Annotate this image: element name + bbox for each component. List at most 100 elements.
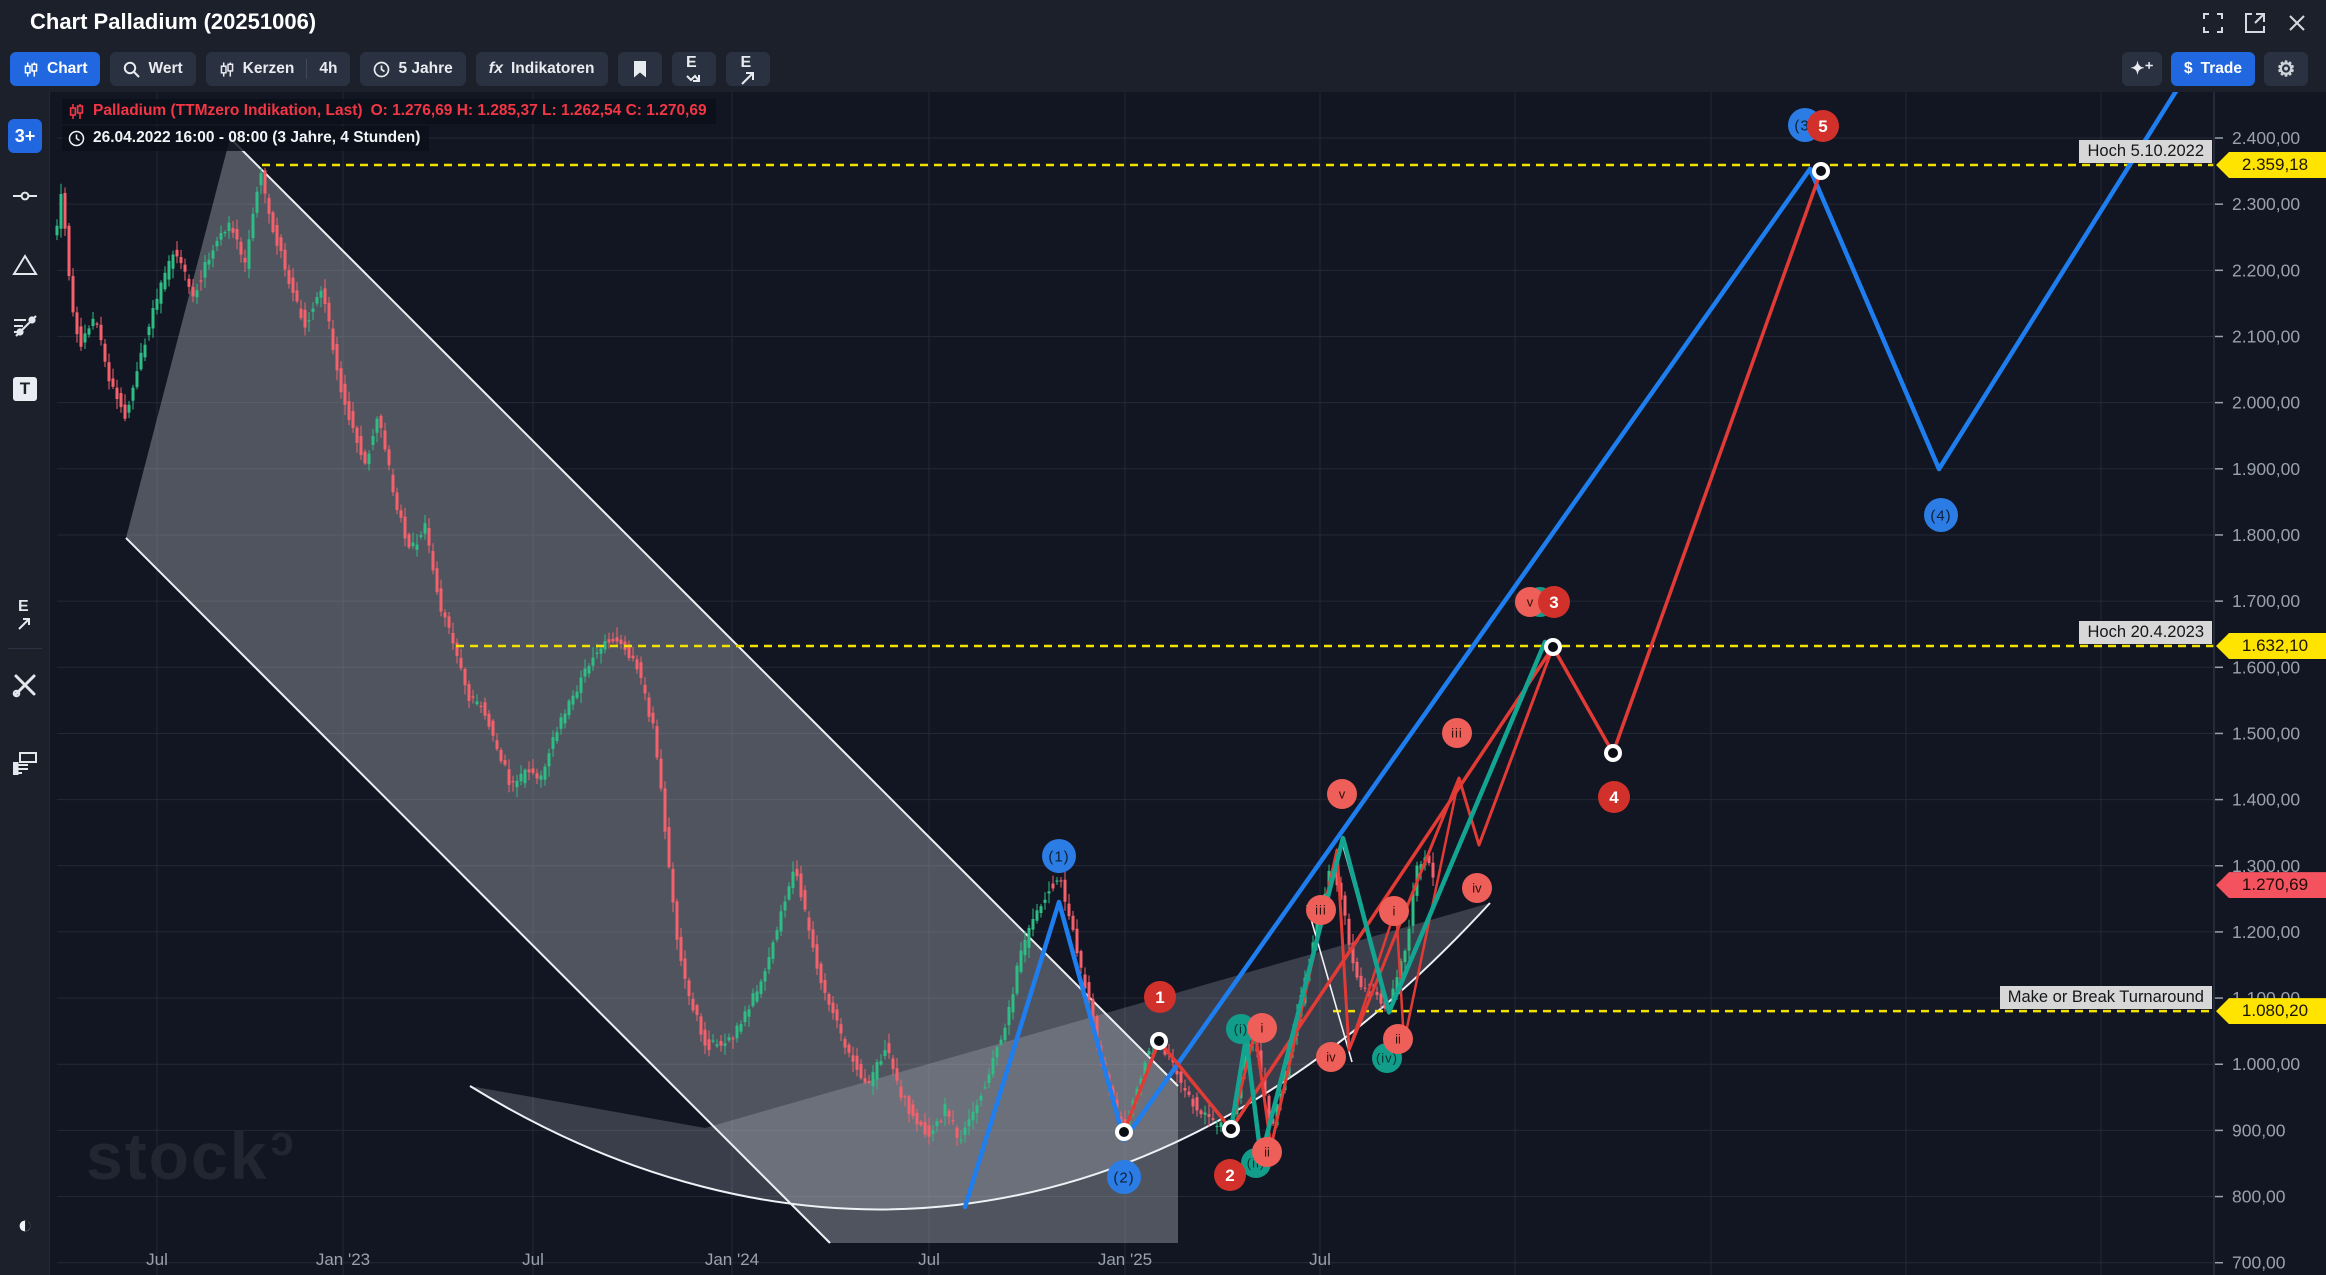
bookmark-button[interactable] — [618, 52, 662, 86]
elliott-correction-button[interactable]: E — [672, 52, 716, 86]
sidebar-item-elliott-tool[interactable]: E — [8, 597, 42, 631]
candle-body — [864, 1078, 867, 1082]
wave-label-text: (1) — [1048, 848, 1069, 865]
candle-type-interval-button[interactable]: Kerzen 4h — [206, 52, 351, 86]
wave-label-blue[interactable]: (1) — [1042, 839, 1076, 873]
range-button[interactable]: 5 Jahre — [360, 52, 465, 86]
chart-button[interactable]: Chart — [10, 52, 100, 86]
candle-body — [1044, 900, 1047, 903]
candle-body — [788, 886, 791, 899]
sidebar-item-shape-tool[interactable] — [8, 248, 42, 282]
wave-label-redmin[interactable]: i — [1247, 1013, 1277, 1043]
candle-body — [108, 362, 111, 381]
wave-label-redmin[interactable]: iv — [1462, 873, 1492, 903]
sidebar-item-text-tool[interactable]: T — [8, 372, 42, 406]
time-tick-label[interactable]: Jul — [522, 1250, 544, 1269]
candle-body — [760, 981, 763, 994]
level-label-box[interactable]: Hoch 5.10.2022 — [2079, 140, 2212, 163]
candle-body — [676, 901, 679, 940]
wave-label-redmin[interactable]: iv — [1316, 1042, 1346, 1072]
sidebar-item-stock3-plus[interactable]: 3+ — [8, 119, 42, 153]
sidebar-item-contrast[interactable]: ◐ — [8, 1208, 42, 1242]
wave-label-redmaj[interactable]: 1 — [1144, 981, 1176, 1013]
candle-body — [376, 419, 379, 433]
wave-label-redmin[interactable]: ii — [1383, 1024, 1413, 1054]
close-icon[interactable] — [2286, 12, 2308, 34]
wave-label-blue[interactable]: (4) — [1924, 498, 1958, 532]
candle-body — [372, 436, 375, 445]
fullscreen-icon[interactable] — [2202, 12, 2224, 34]
wave-label-redmaj[interactable]: 3 — [1538, 586, 1570, 618]
candle-body — [840, 1024, 843, 1033]
candle-body — [1000, 1040, 1003, 1045]
wave-label-redmin[interactable]: ii — [1252, 1137, 1282, 1167]
candle-body — [816, 944, 819, 968]
trade-button[interactable]: $ Trade — [2171, 52, 2255, 86]
interval-label[interactable]: 4h — [319, 60, 337, 78]
wave-label-redmin[interactable]: i — [1379, 896, 1409, 926]
candle-body — [904, 1096, 907, 1097]
contrast-icon: ◐ — [17, 1211, 32, 1240]
level-price-badge: 1.632,10 — [2216, 633, 2326, 659]
candle-body — [488, 714, 491, 727]
candle-body — [124, 404, 127, 418]
wave-label-blue[interactable]: (2) — [1107, 1160, 1141, 1194]
time-tick-label[interactable]: Jan '23 — [316, 1250, 370, 1269]
clock-icon — [68, 130, 85, 147]
candle-body — [1356, 962, 1359, 978]
candle-body — [196, 290, 199, 297]
candles-icon — [68, 103, 85, 120]
legend-series-row[interactable]: Palladium (TTMzero Indikation, Last) O: … — [62, 99, 716, 124]
sidebar-item-layout[interactable] — [8, 745, 42, 779]
level-label-box[interactable]: Make or Break Turnaround — [2000, 986, 2212, 1009]
wave-label-redmaj[interactable]: 5 — [1807, 110, 1839, 142]
time-tick-label[interactable]: Jul — [146, 1250, 168, 1269]
wave-anchor-dot-core — [1154, 1036, 1164, 1046]
wave-label-redmin[interactable]: iii — [1442, 718, 1472, 748]
candle-body — [668, 827, 671, 867]
candle-body — [96, 324, 99, 325]
wave-label-redmaj[interactable]: 4 — [1598, 781, 1630, 813]
candle-body — [344, 384, 347, 405]
candle-body — [928, 1125, 931, 1136]
candle-body — [1348, 919, 1351, 945]
candle-body — [540, 775, 543, 779]
elliott-impulse-button[interactable]: E — [726, 52, 770, 86]
candle-body — [432, 551, 435, 570]
candle-body — [412, 543, 415, 546]
wave-anchor-dot-core — [1226, 1124, 1236, 1134]
candle-body — [812, 929, 815, 947]
candle-body — [112, 378, 115, 386]
level-label-box[interactable]: Hoch 20.4.2023 — [2079, 621, 2212, 644]
wave-label-redmin[interactable]: v — [1327, 779, 1357, 809]
candle-body — [284, 250, 287, 270]
candle-body — [884, 1050, 887, 1056]
candle-body — [268, 198, 271, 214]
indicators-button[interactable]: fx Indikatoren — [476, 52, 608, 86]
time-tick-label[interactable]: Jul — [1309, 1250, 1331, 1269]
time-tick-label[interactable]: Jan '25 — [1098, 1250, 1152, 1269]
wave-label-redmin[interactable]: iii — [1306, 895, 1336, 925]
candle-body — [556, 732, 559, 741]
candle-body — [1196, 1097, 1199, 1110]
candle-body — [572, 696, 575, 705]
time-tick-label[interactable]: Jul — [918, 1250, 940, 1269]
candle-body — [1216, 1126, 1219, 1127]
settings-button[interactable]: ⚙ — [2264, 52, 2308, 86]
time-tick-label[interactable]: Jan '24 — [705, 1250, 759, 1269]
chart-canvas[interactable]: (i)(ii)(iv)(v)(1)(2)(3)(4)iiiiiiivviiiii… — [0, 0, 2326, 1275]
candle-body — [912, 1104, 915, 1116]
sidebar-item-line-tool[interactable] — [8, 179, 42, 213]
magic-tools-button[interactable]: ✦⁺ — [2122, 52, 2162, 86]
candle-body — [464, 669, 467, 685]
wert-search-button[interactable]: Wert — [110, 52, 195, 86]
candle-body — [104, 344, 107, 362]
candle-body — [1004, 1028, 1007, 1040]
sidebar-item-tools[interactable] — [8, 668, 42, 702]
popout-icon[interactable] — [2244, 12, 2266, 34]
candle-body — [360, 436, 363, 455]
wave-label-redmaj[interactable]: 2 — [1214, 1159, 1246, 1191]
candle-body — [1180, 1072, 1183, 1083]
sidebar-item-trend-tool[interactable] — [8, 308, 42, 342]
current-price-badge: 1.270,69 — [2216, 872, 2326, 898]
